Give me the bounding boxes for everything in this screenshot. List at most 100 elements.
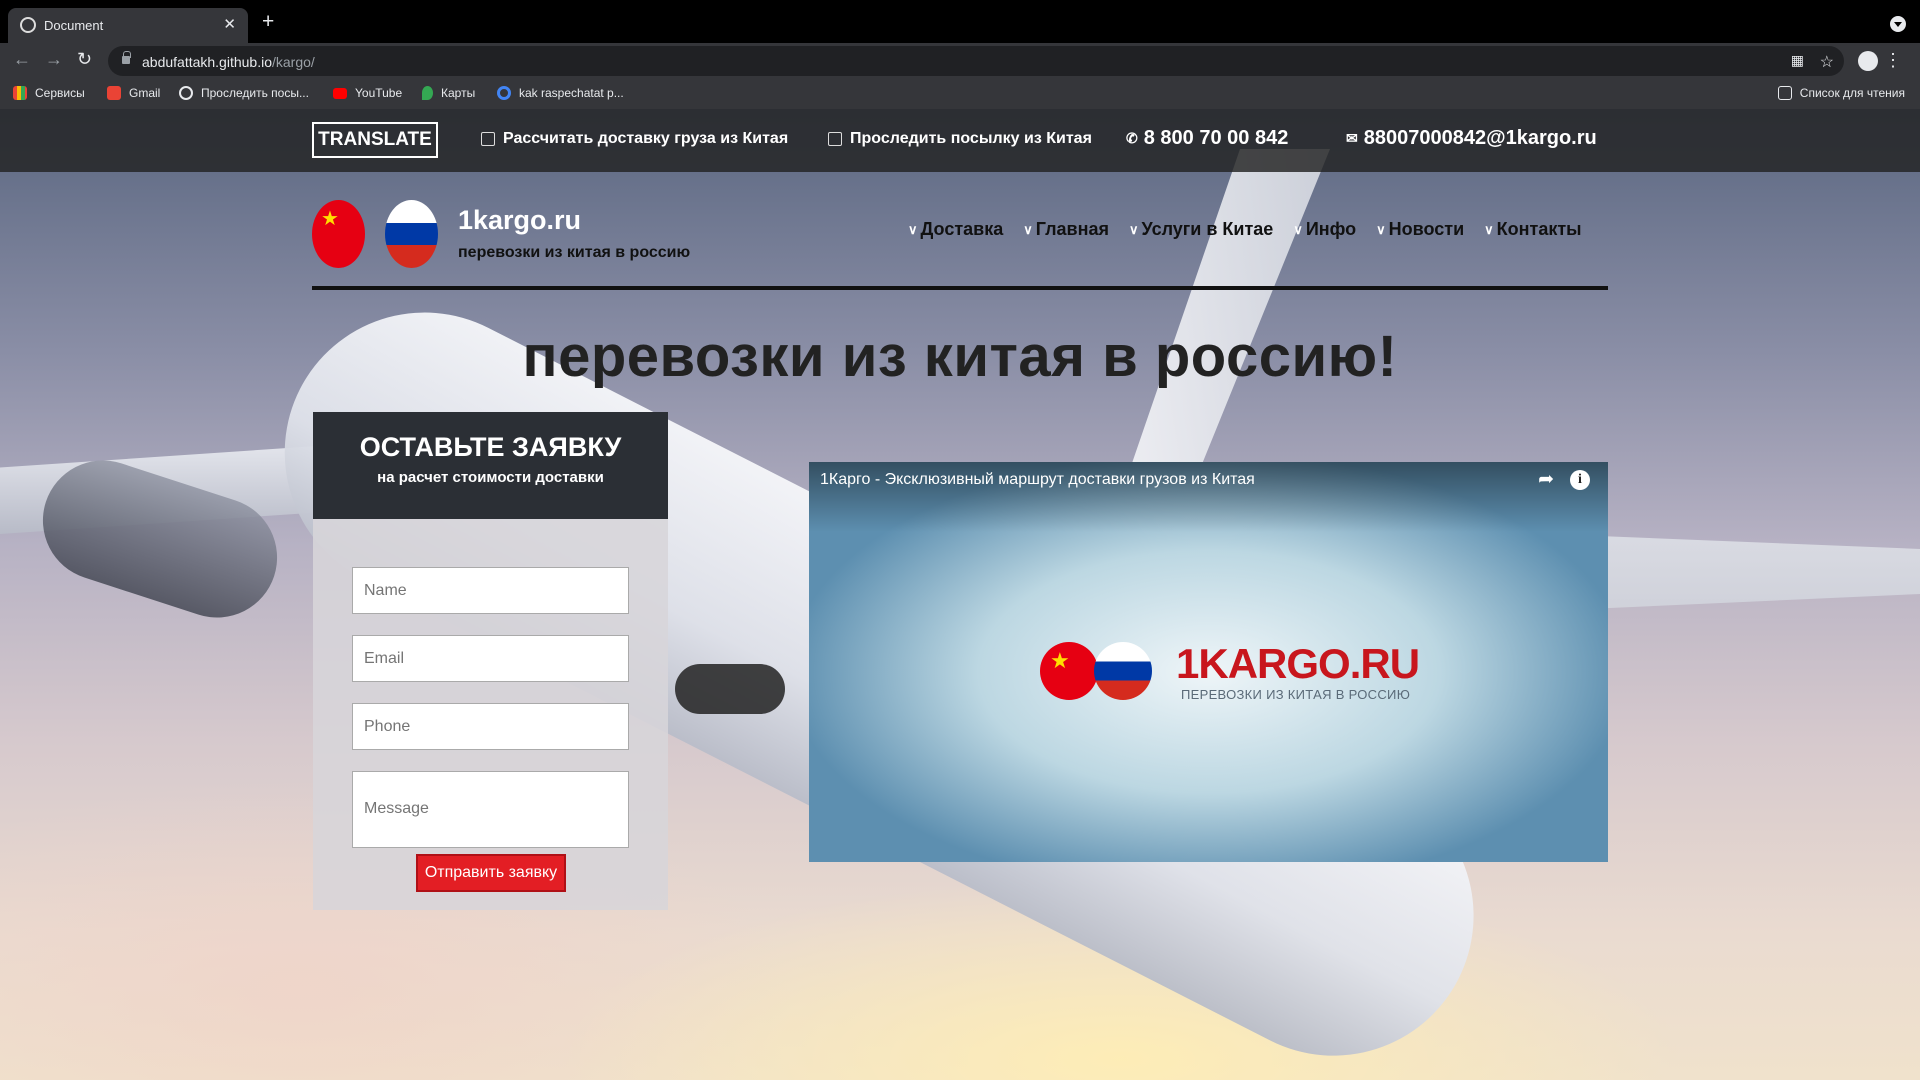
chevron-down-icon: ∨ <box>1376 221 1386 237</box>
new-tab-button[interactable]: + <box>262 11 274 32</box>
close-icon[interactable]: ✕ <box>223 15 236 33</box>
nav-item-delivery[interactable]: ∨ Доставка <box>908 219 1003 240</box>
lock-icon[interactable] <box>122 51 131 64</box>
chevron-down-icon: ∨ <box>1293 221 1303 237</box>
request-form: Отправить заявку <box>313 519 668 910</box>
brand-name[interactable]: 1kargo.ru <box>458 205 581 236</box>
page-viewport: TRANSLATE Рассчитать доставку груза из К… <box>0 109 1920 1080</box>
phone-field[interactable] <box>352 703 629 750</box>
bookmark-label: Gmail <box>129 86 161 100</box>
video-logo-tagline: ПЕРЕВОЗКИ ИЗ КИТАЯ В РОССИЮ <box>1181 687 1411 702</box>
chevron-down-icon: ∨ <box>1484 221 1494 237</box>
tab-search-icon[interactable] <box>1890 16 1906 32</box>
request-form-title: ОСТАВЬТЕ ЗАЯВКУ <box>359 432 622 462</box>
envelope-icon: ✉ <box>1346 130 1358 146</box>
bookmark-label: kak raspechatat p... <box>519 86 624 100</box>
calc-delivery-label: Рассчитать доставку груза из Китая <box>503 130 789 147</box>
video-title[interactable]: 1Карго - Эксклюзивный маршрут доставки г… <box>820 471 1255 489</box>
bookmark-label: Сервисы <box>35 86 85 100</box>
background-plane-landing-gear <box>675 664 785 714</box>
chevron-down-icon: ∨ <box>1128 221 1139 237</box>
request-form-subtitle: на расчет стоимости доставки <box>377 469 604 486</box>
chevron-down-icon: ∨ <box>908 221 918 237</box>
bookmark-maps[interactable]: Карты <box>422 86 475 100</box>
china-flag-icon <box>312 200 365 268</box>
video-logo: 1KARGO.RU <box>1176 640 1420 687</box>
calc-delivery-link[interactable]: Рассчитать доставку груза из Китая <box>481 130 788 148</box>
star-icon[interactable]: ☆ <box>1820 52 1834 72</box>
address-bar[interactable]: abdufattakh.github.io/kargo/ ▦ ☆ <box>108 46 1844 76</box>
calculator-icon <box>481 132 495 146</box>
reading-list-icon <box>1777 86 1792 100</box>
email-address: 88007000842@1kargo.ru <box>1363 127 1597 149</box>
forward-icon[interactable]: → <box>45 50 63 68</box>
nav-item-news[interactable]: ∨ Новости <box>1376 219 1464 240</box>
name-field[interactable] <box>352 567 629 614</box>
track-parcel-link[interactable]: Проследить посылку из Китая <box>828 130 1092 148</box>
hero-title: перевозки из китая в россию! <box>522 324 1398 389</box>
nav-item-info[interactable]: ∨ Инфо <box>1293 219 1356 240</box>
nav-item-services[interactable]: ∨ Услуги в Китае <box>1129 219 1273 240</box>
profile-icon[interactable] <box>1858 51 1878 71</box>
background-plane-tail <box>1130 149 1330 469</box>
url-text: abdufattakh.github.io/kargo/ <box>142 54 315 70</box>
bookmark-services[interactable]: Сервисы <box>13 86 85 100</box>
email-link[interactable]: ✉ 88007000842@1kargo.ru <box>1346 127 1597 150</box>
nav-label: Контакты <box>1496 219 1582 239</box>
bookmark-label: Проследить посы... <box>201 86 309 100</box>
track-parcel-label: Проследить посылку из Китая <box>850 130 1092 147</box>
phone-number: 8 800 70 00 842 <box>1143 127 1289 149</box>
url-host: abdufattakh.github.io <box>142 54 272 70</box>
russia-flag-icon <box>385 200 438 268</box>
share-icon[interactable]: ➦ <box>1538 468 1554 491</box>
nav-item-home[interactable]: ∨ Главная <box>1023 219 1109 240</box>
phone-icon: ✆ <box>1126 130 1138 146</box>
nav-label: Инфо <box>1305 219 1357 239</box>
request-form-header: ОСТАВЬТЕ ЗАЯВКУ на расчет стоимости дост… <box>313 412 668 519</box>
nav-label: Доставка <box>920 219 1004 239</box>
qr-code-icon[interactable]: ▦ <box>1791 52 1804 69</box>
bookmarks-bar: Сервисы Gmail Проследить посы... YouTube… <box>0 78 1920 109</box>
browser-toolbar: ← → ↻ abdufattakh.github.io/kargo/ ▦ ☆ ⋮ <box>0 43 1920 78</box>
reading-list-label: Список для чтения <box>1799 86 1905 100</box>
bookmark-label: Карты <box>441 86 476 100</box>
phone-link[interactable]: ✆ 8 800 70 00 842 <box>1126 127 1288 150</box>
nav-label: Новости <box>1388 219 1465 239</box>
nav-label: Главная <box>1035 219 1109 239</box>
youtube-icon <box>333 87 347 99</box>
translate-button[interactable]: TRANSLATE <box>312 122 438 158</box>
main-navigation: ∨ Доставка ∨ Главная ∨ Услуги в Китае ∨ Инфо… <box>908 219 1602 240</box>
maps-pin-icon <box>422 86 433 100</box>
globe-icon <box>179 86 193 100</box>
back-icon[interactable]: ← <box>13 50 31 68</box>
brand-tagline: перевозки из китая в россию <box>458 244 691 261</box>
tab-strip: Document ✕ + <box>0 0 1920 43</box>
apps-grid-icon <box>13 86 27 100</box>
russia-flag-icon <box>1094 642 1152 700</box>
reading-list-button[interactable]: Список для чтения <box>1777 86 1905 100</box>
email-field[interactable] <box>352 635 629 682</box>
bookmark-label: YouTube <box>355 86 403 100</box>
menu-icon[interactable]: ⋮ <box>1884 50 1902 71</box>
url-path: /kargo/ <box>272 54 315 70</box>
google-icon <box>497 86 511 100</box>
browser-tab[interactable]: Document ✕ <box>8 8 248 43</box>
gmail-icon <box>107 86 121 100</box>
info-icon[interactable]: i <box>1570 470 1590 490</box>
reload-icon[interactable]: ↻ <box>77 50 92 68</box>
bookmark-gmail[interactable]: Gmail <box>107 86 160 100</box>
header-divider <box>312 286 1608 290</box>
submit-request-button[interactable]: Отправить заявку <box>416 854 566 892</box>
nav-item-contacts[interactable]: ∨ Контакты <box>1484 219 1581 240</box>
video-player[interactable]: 1Карго - Эксклюзивный маршрут доставки г… <box>809 462 1608 862</box>
nav-label: Услуги в Китае <box>1141 219 1274 239</box>
message-field[interactable] <box>352 771 629 848</box>
bookmark-youtube[interactable]: YouTube <box>333 86 402 100</box>
chevron-down-icon: ∨ <box>1023 221 1033 237</box>
bookmark-track[interactable]: Проследить посы... <box>179 86 309 100</box>
china-flag-icon <box>1040 642 1098 700</box>
bookmark-google[interactable]: kak raspechatat p... <box>497 86 624 100</box>
globe-icon <box>20 17 36 33</box>
parcel-icon <box>828 132 842 146</box>
top-info-bar: TRANSLATE Рассчитать доставку груза из К… <box>0 109 1920 172</box>
